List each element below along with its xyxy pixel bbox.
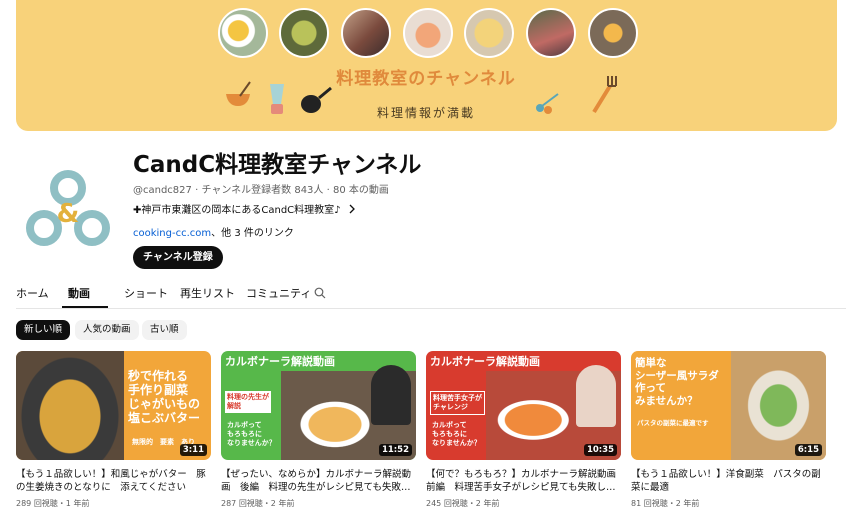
video-thumbnail[interactable]: カルボナーラ解説動画 料理苦手女子が チャレンジ カルボって もろもろに なりま…	[426, 351, 621, 460]
website-link[interactable]: cooking-cc.com	[133, 228, 211, 239]
banner-photo	[218, 8, 268, 58]
thumb-photo	[16, 351, 124, 460]
tab-home[interactable]: ホーム	[16, 285, 49, 301]
banner-photo	[588, 8, 638, 58]
measuring-spoons-icon	[536, 93, 559, 114]
video-card[interactable]: 秒で作れる 手作り副菜 じゃがいもの 塩こぶバター 無限的 要素 あり 3:11…	[16, 351, 211, 509]
video-duration: 6:15	[794, 444, 822, 456]
video-thumbnail[interactable]: カルボナーラ解説動画 料理の先生が 解説 カルボって もろもろに なりませんか？…	[221, 351, 416, 460]
video-thumbnail[interactable]: 秒で作れる 手作り副菜 じゃがいもの 塩こぶバター 無限的 要素 あり 3:11	[16, 351, 211, 460]
channel-description[interactable]: ✚神戸市東灘区の岡本にあるCandC料理教室♪	[133, 201, 357, 216]
chip-newest[interactable]: 新しい順	[16, 320, 71, 340]
chip-popular[interactable]: 人気の動画	[75, 320, 139, 340]
more-links[interactable]: 、他 3 件のリンク	[211, 228, 294, 239]
description-text: ✚神戸市東灘区の岡本にあるCandC料理教室♪	[133, 205, 341, 216]
video-thumbnail[interactable]: 簡単な シーザー風サラダ 作って みませんか？ パスタの副菜に最適です 6:15	[631, 351, 826, 460]
video-title[interactable]: 【ぜったい、なめらか】カルボナーラ解説動画 後編 料理の先生がレシピ見ても失敗…	[221, 468, 416, 494]
banner-title: 料理教室のチャンネル	[336, 69, 516, 89]
banner-subtitle: 料理情報が満載	[376, 106, 475, 120]
video-card[interactable]: カルボナーラ解説動画 料理苦手女子が チャレンジ カルボって もろもろに なりま…	[426, 351, 621, 509]
channel-tabs: ホーム 動画 ショート 再生リスト コミュニティ	[16, 281, 846, 309]
video-meta: 245 回視聴・2 年前	[426, 499, 500, 508]
banner-photo	[279, 8, 329, 58]
video-duration: 11:52	[378, 444, 412, 456]
banner-photo	[526, 8, 576, 58]
video-title[interactable]: 【何で？もろもろ？】カルボナーラ解説動画 前編 料理苦手女子がレシピ見ても失敗し…	[426, 468, 621, 494]
chevron-right-icon[interactable]	[347, 204, 357, 214]
video-count: 80 本の動画	[332, 185, 389, 196]
fork-icon	[592, 76, 617, 114]
tab-playlists[interactable]: 再生リスト	[180, 285, 235, 301]
thumb-note: カルボって もろもろに なりませんか？	[227, 421, 276, 447]
bowl-whisk-icon	[226, 81, 251, 106]
subscriber-count: チャンネル登録者数 843人	[201, 185, 324, 196]
thumb-person	[576, 365, 616, 427]
subscribe-button[interactable]: チャンネル登録	[133, 246, 223, 269]
thumb-note: カルボって もろもろに なりませんか？	[432, 421, 481, 447]
video-duration: 10:35	[583, 444, 617, 456]
channel-banner: 料理教室のチャンネル 料理情報が満載	[16, 0, 837, 131]
channel-avatar[interactable]: &	[18, 160, 118, 260]
video-title[interactable]: 【もう１品欲しい！】和風じゃがバター 豚の生姜焼きのとなりに 添えてください	[16, 468, 211, 494]
thumb-header: カルボナーラ解説動画	[430, 355, 540, 368]
tab-shorts[interactable]: ショート	[124, 285, 168, 301]
thumb-caption: 秒で作れる 手作り副菜 じゃがいもの 塩こぶバター	[128, 369, 201, 425]
thumb-header: カルボナーラ解説動画	[225, 355, 335, 368]
channel-links: cooking-cc.com、他 3 件のリンク	[133, 224, 294, 239]
channel-meta: @candc827 · チャンネル登録者数 843人 · 80 本の動画	[133, 185, 389, 196]
banner-photo	[464, 8, 514, 58]
thumb-footer: パスタの副菜に最適です	[637, 419, 709, 427]
channel-handle: @candc827	[133, 185, 192, 196]
logo-ampersand: &	[57, 199, 80, 229]
video-title[interactable]: 【もう１品欲しい！】洋食副菜 パスタの副菜に最適	[631, 468, 826, 494]
video-meta: 81 回視聴・2 年前	[631, 499, 700, 508]
video-duration: 3:11	[179, 444, 207, 456]
active-tab-indicator	[62, 306, 108, 308]
video-card[interactable]: 簡単な シーザー風サラダ 作って みませんか？ パスタの副菜に最適です 6:15…	[631, 351, 826, 509]
tab-videos[interactable]: 動画	[68, 285, 90, 301]
channel-logo-icon: &	[26, 170, 110, 246]
search-icon[interactable]	[314, 287, 326, 299]
frying-pan-icon	[301, 86, 332, 113]
video-meta: 287 回視聴・2 年前	[221, 499, 295, 508]
thumb-tag: 料理苦手女子が チャレンジ	[430, 391, 485, 415]
channel-name: CandC料理教室チャンネル	[133, 152, 422, 178]
thumb-tag: 料理の先生が 解説	[225, 391, 271, 413]
thumb-caption: 簡単な シーザー風サラダ 作って みませんか？	[635, 357, 719, 407]
banner-photo	[341, 8, 391, 58]
video-card[interactable]: カルボナーラ解説動画 料理の先生が 解説 カルボって もろもろに なりませんか？…	[221, 351, 416, 509]
thumb-person	[371, 365, 411, 425]
banner-photo	[403, 8, 453, 58]
chip-oldest[interactable]: 古い順	[142, 320, 187, 340]
tab-community[interactable]: コミュニティ	[246, 285, 311, 301]
video-meta: 289 回視聴・1 年前	[16, 499, 90, 508]
